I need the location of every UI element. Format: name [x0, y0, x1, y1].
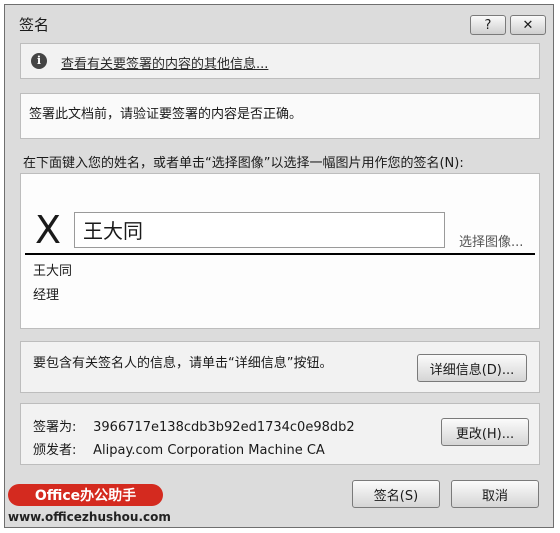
more-info-link[interactable]: 查看有关要签署的内容的其他信息... [61, 53, 268, 72]
signer-name: 王大同 [33, 264, 73, 279]
title-bar[interactable]: 签名 ? ✕ [5, 5, 553, 41]
help-button[interactable]: ? [470, 15, 506, 35]
verify-message-box: 签署此文档前，请验证要签署的内容是否正确。 [20, 93, 540, 139]
details-button[interactable]: 详细信息(D)... [417, 354, 527, 382]
issuer-value: Alipay.com Corporation Machine CA [93, 443, 325, 458]
watermark-url: www.officezhushou.com [8, 510, 171, 524]
verify-message: 签署此文档前，请验证要签署的内容是否正确。 [29, 107, 303, 122]
certificate-box: 签署为: 3966717e138cdb3b92ed1734c0e98db2 颁发… [20, 403, 540, 465]
sign-dialog: 签名 ? ✕ i 查看有关要签署的内容的其他信息... 签署此文档前，请验证要签… [4, 4, 554, 528]
sign-button[interactable]: 签名(S) [352, 480, 440, 508]
signer-title: 经理 [33, 288, 60, 303]
signature-name-input[interactable]: 王大同 [74, 212, 445, 248]
x-mark: X [35, 208, 62, 252]
change-button[interactable]: 更改(H)... [441, 418, 529, 446]
issuer-row: 颁发者: Alipay.com Corporation Machine CA [33, 439, 325, 458]
signature-area: X 王大同 选择图像... 王大同 经理 [20, 173, 540, 329]
close-icon: ✕ [522, 17, 534, 33]
cancel-button[interactable]: 取消 [451, 480, 539, 508]
close-button[interactable]: ✕ [510, 15, 546, 35]
info-icon: i [31, 53, 47, 69]
select-image-link[interactable]: 选择图像... [459, 231, 523, 250]
issuer-label: 颁发者: [33, 443, 77, 458]
signed-as-label: 签署为: [33, 420, 77, 435]
signed-as-row: 签署为: 3966717e138cdb3b92ed1734c0e98db2 [33, 416, 355, 435]
signed-as-value: 3966717e138cdb3b92ed1734c0e98db2 [93, 420, 355, 435]
dialog-title: 签名 [19, 16, 50, 34]
details-box: 要包含有关签名人的信息，请单击“详细信息”按钮。 详细信息(D)... [20, 341, 540, 393]
signature-line [25, 253, 535, 255]
help-icon: ? [484, 17, 492, 33]
info-bar: i 查看有关要签署的内容的其他信息... [20, 43, 540, 79]
watermark-badge: Office办公助手 [8, 484, 163, 506]
signature-prompt: 在下面键入您的姓名，或者单击“选择图像”以选择一幅图片用作您的签名(N): [23, 156, 464, 171]
details-message: 要包含有关签名人的信息，请单击“详细信息”按钮。 [33, 356, 333, 371]
